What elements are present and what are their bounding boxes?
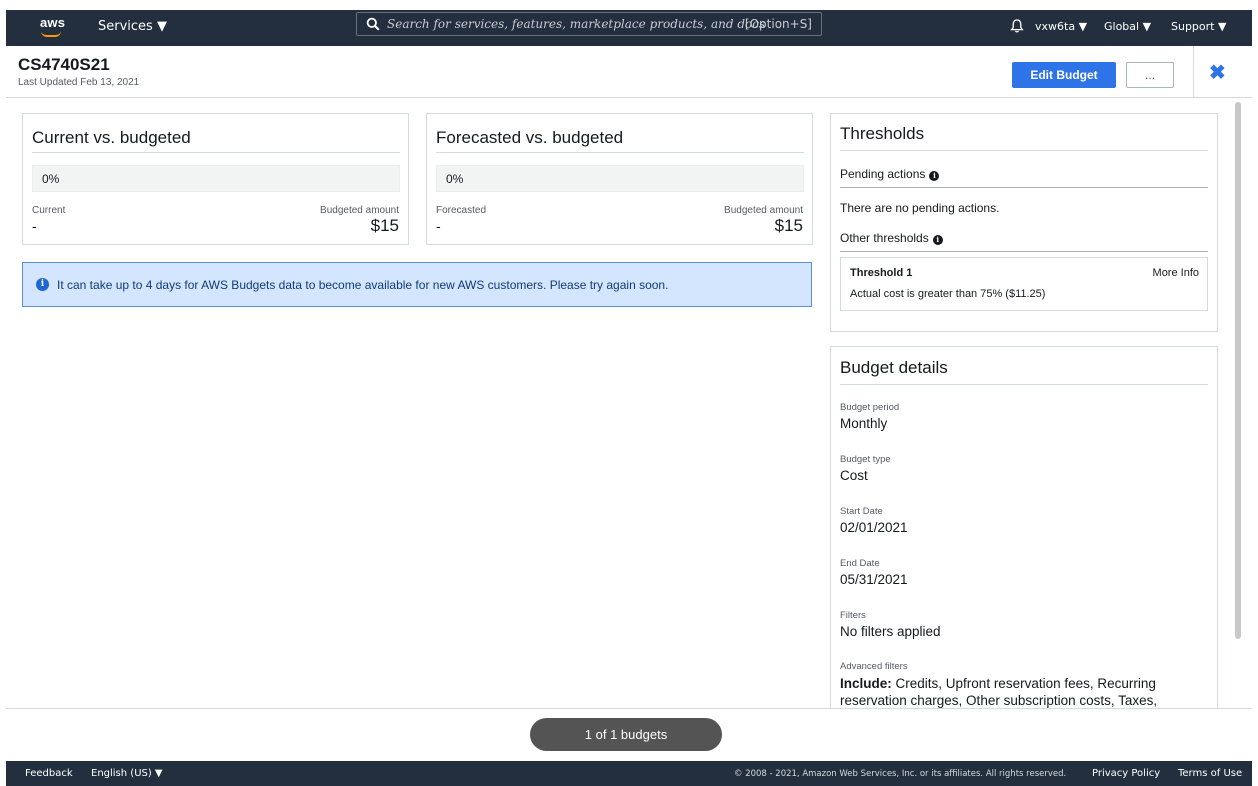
more-actions-button[interactable]: ... xyxy=(1126,62,1174,88)
end-date-label: End Date xyxy=(840,558,880,569)
current-vs-budgeted-card: Current vs. budgeted 0% Current - Budget… xyxy=(22,113,409,245)
divider xyxy=(436,152,804,153)
more-info-link[interactable]: More Info xyxy=(1153,267,1199,279)
notification-bell-icon[interactable] xyxy=(1009,18,1025,34)
current-card-title: Current vs. budgeted xyxy=(32,128,191,147)
support-menu[interactable]: Support ▼ xyxy=(1171,20,1226,33)
forecast-progress-value: 0% xyxy=(446,172,464,186)
forecast-progress-bar: 0% xyxy=(436,165,804,192)
privacy-policy-link[interactable]: Privacy Policy xyxy=(1092,768,1160,779)
include-label: Include: xyxy=(840,676,892,691)
account-menu[interactable]: vxw6ta ▼ xyxy=(1035,20,1087,33)
language-selector[interactable]: English (US) ▼ xyxy=(91,768,163,779)
feedback-link[interactable]: Feedback xyxy=(25,768,73,779)
no-pending-actions: There are no pending actions. xyxy=(840,201,1000,215)
current-label: Current xyxy=(32,205,66,216)
other-thresholds-text: Other thresholds xyxy=(840,231,929,245)
forecasted-vs-budgeted-card: Forecasted vs. budgeted 0% Forecasted - … xyxy=(426,113,813,245)
aws-logo-text: aws xyxy=(40,15,66,30)
start-date-value: 02/01/2021 xyxy=(840,520,908,535)
region-menu[interactable]: Global ▼ xyxy=(1104,20,1151,33)
info-message: It can take up to 4 days for AWS Budgets… xyxy=(57,278,669,292)
budgeted-amount-value: $15 xyxy=(370,216,399,235)
pending-actions-label: Pending actions i xyxy=(840,167,940,181)
advanced-filters-text-1: Credits, Upfront reservation fees, Recur… xyxy=(895,676,1156,691)
budget-type-value: Cost xyxy=(840,468,868,483)
budget-period-value: Monthly xyxy=(840,416,888,431)
search-placeholder: Search for services, features, marketpla… xyxy=(387,17,766,31)
info-icon: i xyxy=(36,278,49,291)
forecasted-label: Forecasted xyxy=(436,205,487,216)
search-bar[interactable]: Search for services, features, marketpla… xyxy=(356,12,822,36)
info-icon[interactable]: i xyxy=(929,171,940,181)
divider xyxy=(840,251,1208,252)
pagination-indicator: 1 of 1 budgets xyxy=(530,718,722,751)
last-updated: Last Updated Feb 13, 2021 xyxy=(18,77,140,88)
start-date-label: Start Date xyxy=(840,506,883,517)
thresholds-title: Thresholds xyxy=(840,124,925,143)
current-value: - xyxy=(32,218,37,234)
divider xyxy=(840,150,1208,151)
header-divider xyxy=(1193,46,1194,98)
advanced-filters-line-1: Include: Credits, Upfront reservation fe… xyxy=(840,676,1156,691)
budgeted-amount-label: Budgeted amount xyxy=(320,205,399,216)
forecast-card-title: Forecasted vs. budgeted xyxy=(436,128,624,147)
copyright-text: © 2008 - 2021, Amazon Web Services, Inc.… xyxy=(734,769,1067,779)
footer: Feedback English (US) ▼ © 2008 - 2021, A… xyxy=(6,761,1252,786)
edit-budget-button[interactable]: Edit Budget xyxy=(1012,62,1116,88)
page-header: CS4740S21 Last Updated Feb 13, 2021 Edit… xyxy=(6,46,1252,98)
threshold-name: Threshold 1 xyxy=(850,267,913,279)
info-icon[interactable]: i xyxy=(932,235,943,245)
forecast-budgeted-amount-label: Budgeted amount xyxy=(724,205,803,216)
scrollbar-thumb[interactable] xyxy=(1235,102,1241,639)
end-date-value: 05/31/2021 xyxy=(840,572,908,587)
current-progress-value: 0% xyxy=(42,172,60,186)
filters-label: Filters xyxy=(840,610,866,621)
divider xyxy=(32,152,400,153)
threshold-item: Threshold 1 More Info Actual cost is gre… xyxy=(840,257,1208,311)
other-thresholds-label: Other thresholds i xyxy=(840,231,943,245)
search-shortcut: [Option+S] xyxy=(744,17,812,31)
divider xyxy=(840,384,1208,385)
close-icon[interactable]: ✖ xyxy=(1209,63,1226,83)
advanced-filters-label: Advanced filters xyxy=(840,661,908,672)
budget-type-label: Budget type xyxy=(840,454,891,465)
search-icon xyxy=(366,17,380,31)
pending-actions-text: Pending actions xyxy=(840,167,926,181)
info-banner: i It can take up to 4 days for AWS Budge… xyxy=(22,262,812,307)
aws-logo-smile xyxy=(41,31,61,37)
forecast-budgeted-amount-value: $15 xyxy=(774,216,803,235)
forecasted-value: - xyxy=(436,218,441,234)
advanced-filters-line-2: reservation charges, Other subscription … xyxy=(840,693,1158,708)
divider xyxy=(840,187,1208,188)
current-progress-bar: 0% xyxy=(32,165,400,192)
terms-of-use-link[interactable]: Terms of Use xyxy=(1178,768,1242,779)
budget-period-label: Budget period xyxy=(840,402,900,413)
top-navigation-bar: aws Services ▼ Search for services, feat… xyxy=(6,10,1252,46)
budget-detail-page: aws Services ▼ Search for services, feat… xyxy=(0,0,1258,786)
budget-details-title: Budget details xyxy=(840,358,948,377)
threshold-description: Actual cost is greater than 75% ($11.25) xyxy=(850,288,1046,300)
page-title: CS4740S21 xyxy=(18,55,110,74)
services-menu[interactable]: Services ▼ xyxy=(98,19,167,34)
aws-logo[interactable]: aws xyxy=(40,13,68,41)
filters-value: No filters applied xyxy=(840,624,941,639)
